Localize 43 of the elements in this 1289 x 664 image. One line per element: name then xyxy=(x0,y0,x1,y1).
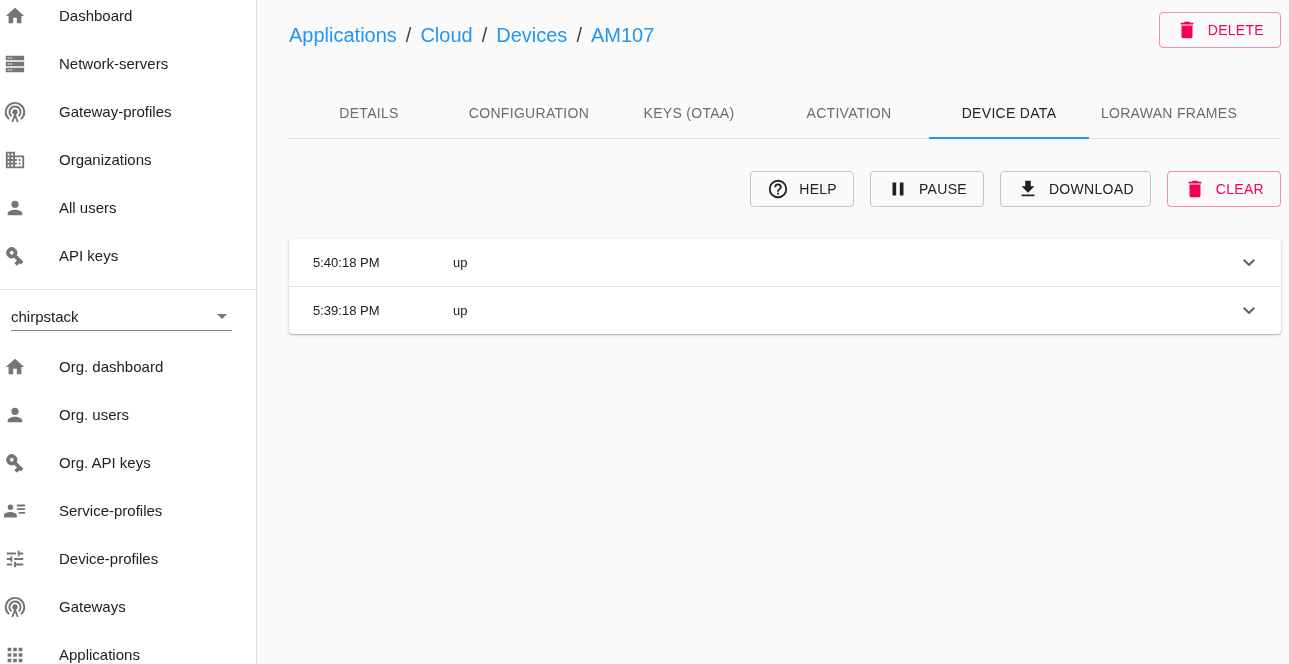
event-type: up xyxy=(453,255,469,270)
organization-select[interactable]: chirpstack xyxy=(11,302,232,331)
breadcrumb-separator: / xyxy=(481,24,488,47)
event-row[interactable]: 5:40:18 PM up xyxy=(289,239,1281,286)
sidebar-item[interactable]: Applications xyxy=(0,631,256,664)
breadcrumb-separator: / xyxy=(576,24,582,47)
servers-icon xyxy=(4,53,26,75)
sidebar-item[interactable]: Org. users xyxy=(0,391,256,439)
caret-icon xyxy=(217,313,227,319)
help-icon xyxy=(767,178,790,200)
tab[interactable]: CONFIGURATION xyxy=(449,89,609,139)
tune-icon xyxy=(4,548,26,570)
sidebar-item[interactable]: Gateway-profiles xyxy=(0,88,256,136)
sidebar-item[interactable]: Network-servers xyxy=(0,40,256,88)
antenna-icon xyxy=(4,596,26,618)
sidebar-item[interactable]: Org. API keys xyxy=(0,439,256,487)
antenna-icon xyxy=(4,101,26,123)
help-button[interactable]: HELP xyxy=(750,171,854,207)
delete-button[interactable]: DELETE xyxy=(1158,12,1281,48)
key-icon xyxy=(4,245,26,267)
tab[interactable]: LORAWAN FRAMES xyxy=(1089,89,1249,139)
key-icon xyxy=(4,452,26,474)
breadcrumb-separator: / xyxy=(405,24,412,47)
event-time: 5:40:18 PM xyxy=(313,255,381,270)
download-button[interactable]: DOWNLOAD xyxy=(999,171,1151,207)
sidebar-item[interactable]: Service-profiles xyxy=(0,487,256,535)
tab[interactable]: KEYS (OTAA) xyxy=(609,89,769,139)
sidebar-item[interactable]: Dashboard xyxy=(0,0,256,40)
tab[interactable]: ACTIVATION xyxy=(769,89,929,139)
sidebar-item[interactable]: Gateways xyxy=(0,583,256,631)
tab[interactable]: DEVICE DATA xyxy=(929,89,1089,139)
sidebar-item[interactable]: API keys xyxy=(0,232,256,280)
event-type: up xyxy=(453,303,469,318)
sidebar-item[interactable]: Device-profiles xyxy=(0,535,256,583)
sidebar-item[interactable]: All users xyxy=(0,184,256,232)
sidebar-item[interactable]: Organizations xyxy=(0,136,256,184)
event-row[interactable]: 5:39:18 PM up xyxy=(289,286,1281,334)
event-time: 5:39:18 PM xyxy=(313,303,381,318)
clear-button[interactable]: CLEAR xyxy=(1166,171,1281,207)
sidebar-item[interactable]: Org. dashboard xyxy=(0,343,256,391)
building-icon xyxy=(4,149,26,171)
tab[interactable]: DETAILS xyxy=(289,89,449,139)
pause-button[interactable]: PAUSE xyxy=(870,171,984,207)
